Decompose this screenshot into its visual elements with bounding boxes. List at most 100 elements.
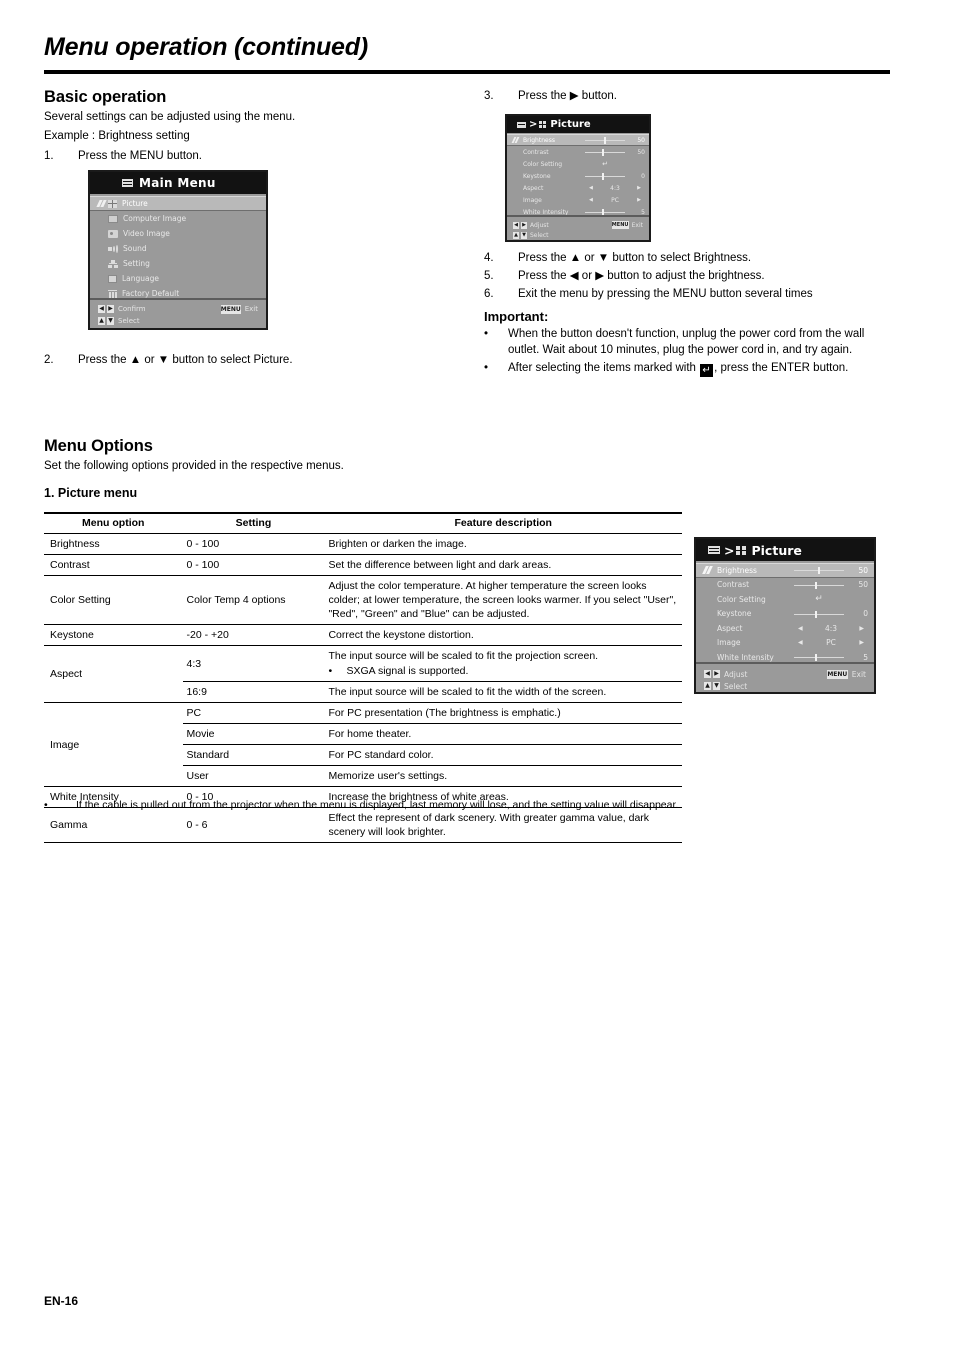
osd-main-item-language[interactable]: Language [90, 271, 266, 286]
osd-picture-footer-small: ◀ ▶ Adjust MENU Exit ▲ ▼ Select [507, 215, 649, 240]
osd-main-item-label: Sound [123, 244, 147, 253]
osd-picture-footer-large: ◀ ▶ Adjust MENU Exit ▲ ▼ Select [696, 662, 874, 692]
osd-exit-label: Exit [631, 221, 643, 229]
osd-picture-row-aspect[interactable]: Aspect ◀ 4:3 ▶ [696, 621, 874, 636]
picture-icon [736, 545, 747, 555]
menu-key-icon: MENU [611, 221, 629, 229]
osd-adjust-label: Adjust [530, 221, 549, 229]
bullet-marker: • [484, 328, 489, 340]
cell-description-bullet-text: SXGA signal is supported. [346, 665, 469, 677]
osd-picture-row-contrast[interactable]: Contrast 50 [696, 578, 874, 593]
osd-main-item-picture[interactable]: Picture [90, 196, 266, 211]
cell-description: Correct the keystone distortion. [324, 624, 682, 646]
cell-setting: 16:9 [182, 681, 325, 703]
right-arrow-key-icon: ▶ [713, 670, 720, 678]
right-steps: 4. Press the ▲ or ▼ button to select Bri… [484, 250, 890, 303]
cell-option: Aspect [44, 645, 183, 703]
osd-row-label: Image [523, 196, 542, 204]
osd-row-value: 50 [637, 136, 645, 144]
osd-picture-row-keystone[interactable]: Keystone 0 [696, 607, 874, 622]
left-steps: 1. Press the MENU button. [44, 148, 464, 165]
osd-row-label: Aspect [717, 623, 743, 633]
osd-row-value: 50 [858, 565, 868, 575]
computer-image-icon [108, 214, 118, 223]
cell-option: Image [44, 702, 183, 787]
step-1: 1. Press the MENU button. [44, 148, 464, 165]
cell-description: Memorize user's settings. [324, 765, 682, 787]
left-arrow-icon[interactable]: ◀ [589, 185, 593, 191]
cell-setting: User [182, 765, 325, 787]
picture-menu-subheading: 1. Picture menu [44, 486, 138, 500]
step-3-text: Press the ▶ button. [518, 90, 617, 102]
osd-picture-row-color-setting[interactable]: Color Setting ↵ [507, 158, 649, 170]
up-arrow-key-icon: ▲ [513, 231, 519, 239]
pointer-icon [511, 137, 521, 143]
osd-main-item-sound[interactable]: Sound [90, 241, 266, 256]
table-header: Menu option Setting Feature description [44, 512, 682, 534]
osd-picture-row-image[interactable]: Image ◀ PC ▶ [696, 636, 874, 651]
osd-main-item-setting[interactable]: Setting [90, 256, 266, 271]
osd-row-label: Contrast [523, 148, 549, 156]
osd-picture-row-keystone[interactable]: Keystone 0 [507, 170, 649, 182]
keystone-slider[interactable] [794, 608, 844, 620]
right-arrow-icon[interactable]: ▶ [859, 625, 864, 632]
osd-main-item-computer-image[interactable]: Computer Image [90, 211, 266, 226]
step-6-text: Exit the menu by pressing the MENU butto… [518, 288, 813, 300]
down-arrow-key-icon: ▼ [521, 231, 527, 239]
osd-row-value: PC [611, 196, 619, 204]
bullet-marker: • [328, 665, 333, 677]
contrast-slider[interactable] [794, 579, 844, 591]
cell-description: The input source will be scaled to fit t… [324, 645, 682, 682]
picture-icon [539, 121, 547, 128]
right-arrow-icon[interactable]: ▶ [859, 639, 864, 646]
contrast-slider[interactable] [585, 147, 625, 157]
osd-picture-row-brightness[interactable]: Brightness 50 [696, 563, 874, 578]
right-arrow-key-icon: ▶ [107, 305, 114, 313]
left-arrow-icon[interactable]: ◀ [589, 197, 593, 203]
enter-key-icon: ↵ [700, 364, 714, 377]
step-2-number: 2. [44, 354, 54, 366]
video-image-icon [108, 229, 118, 238]
left-arrow-icon[interactable]: ◀ [798, 639, 803, 646]
osd-main-item-video-image[interactable]: Video Image [90, 226, 266, 241]
right-arrow-icon[interactable]: ▶ [637, 185, 641, 191]
step-3-number: 3. [484, 90, 494, 102]
basic-operation-example: Example : Brightness setting [44, 130, 190, 142]
osd-row-label: Image [717, 638, 741, 648]
osd-main-item-label: Picture [122, 199, 148, 208]
brightness-slider[interactable] [585, 135, 625, 145]
cell-option: Brightness [44, 533, 183, 555]
picture-menu-options-table: Menu option Setting Feature description … [44, 512, 682, 843]
osd-picture-row-color-setting[interactable]: Color Setting ↵ [696, 592, 874, 607]
menu-options-section: Menu Options Set the following options p… [44, 437, 684, 500]
osd-picture-row-image[interactable]: Image ◀ PC ▶ [507, 194, 649, 206]
step-5: 5. Press the ◀ or ▶ button to adjust the… [484, 268, 890, 285]
cell-description: The input source will be scaled to fit t… [324, 681, 682, 703]
osd-row-label: Keystone [717, 609, 752, 619]
table-row: Brightness 0 - 100 Brighten or darken th… [44, 533, 682, 555]
language-icon [108, 274, 117, 283]
osd-row-label: White Intensity [717, 652, 774, 662]
table-row: Contrast 0 - 100 Set the difference betw… [44, 554, 682, 576]
osd-select-label: Select [724, 681, 748, 691]
menu-icon [517, 121, 526, 128]
osd-adjust-label: Adjust [724, 669, 748, 679]
cell-description-bullet: • SXGA signal is supported. [328, 664, 678, 678]
footnote-text: If the cable is pulled out from the proj… [76, 799, 679, 811]
brightness-slider[interactable] [794, 564, 844, 576]
osd-row-value: 5 [863, 652, 868, 662]
left-arrow-icon[interactable]: ◀ [798, 625, 803, 632]
osd-picture-titlebar-large: > Picture [696, 539, 874, 561]
osd-main-item-label: Language [122, 274, 160, 283]
osd-picture-row-brightness[interactable]: Brightness 50 [507, 134, 649, 146]
document-page: Menu operation (continued) Basic operati… [0, 0, 954, 1348]
sound-icon [108, 244, 118, 253]
table-row: Keystone -20 - +20 Correct the keystone … [44, 624, 682, 646]
left-step-2-wrap: 2. Press the ▲ or ▼ button to select Pic… [44, 352, 474, 370]
osd-picture-row-contrast[interactable]: Contrast 50 [507, 146, 649, 158]
cell-description: For PC presentation (The brightness is e… [324, 702, 682, 724]
osd-main-item-label: Factory Default [122, 289, 180, 298]
right-arrow-icon[interactable]: ▶ [637, 197, 641, 203]
keystone-slider[interactable] [585, 171, 625, 181]
osd-picture-row-aspect[interactable]: Aspect ◀ 4:3 ▶ [507, 182, 649, 194]
